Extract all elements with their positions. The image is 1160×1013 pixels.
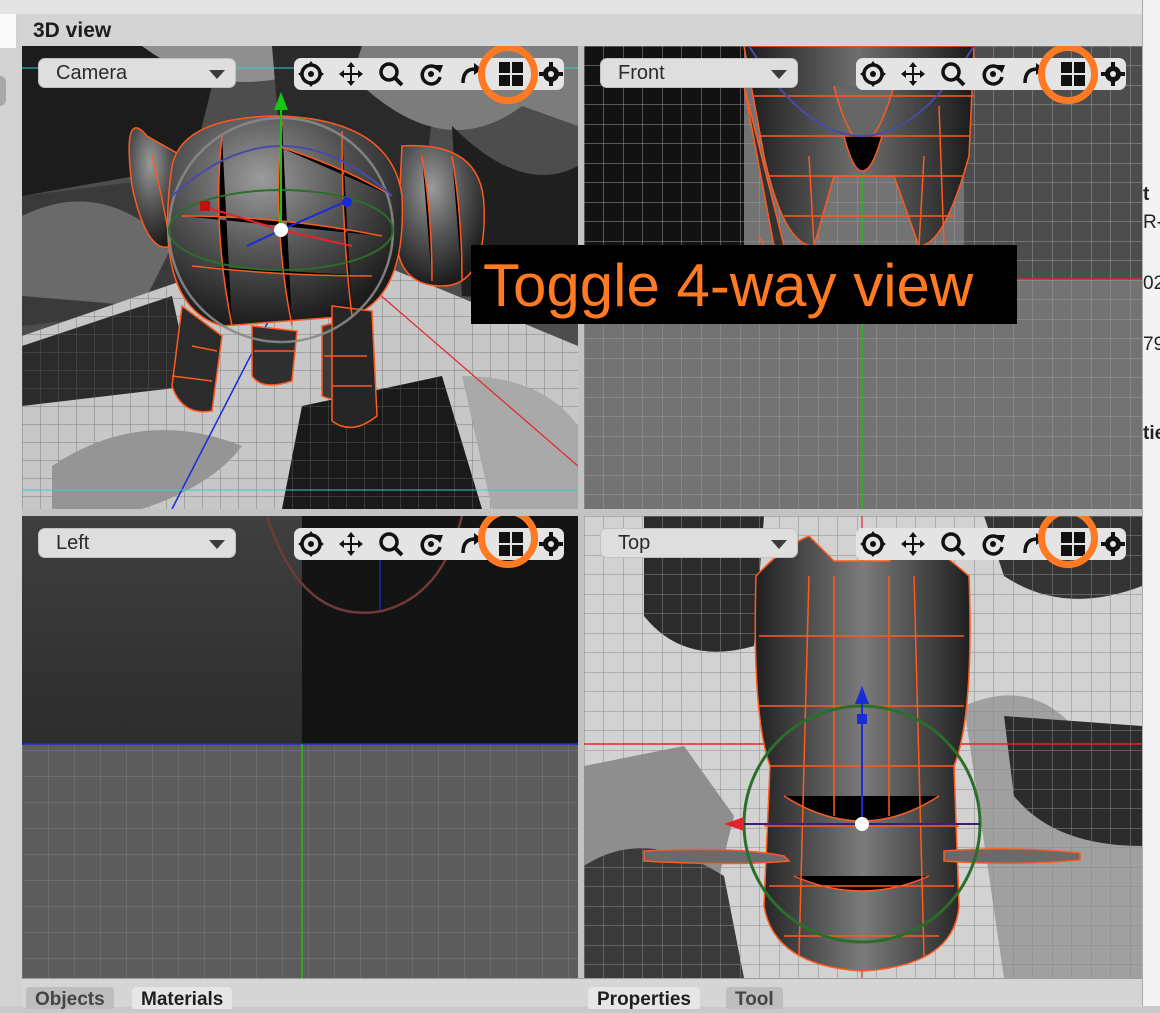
view-select-camera[interactable]: Camera [38, 58, 236, 88]
orbit-icon[interactable] [860, 531, 886, 557]
view-select-front-label: Front [618, 62, 665, 84]
four-way-view-icon[interactable] [1060, 531, 1086, 557]
viewport-toolbar-top [856, 528, 1126, 560]
annotation-callout: Toggle 4-way view [471, 245, 1017, 324]
orbit-icon[interactable] [298, 531, 324, 557]
left-side-panel [0, 14, 22, 1006]
zoom-icon[interactable] [940, 61, 966, 87]
top-scene [584, 516, 1142, 978]
viewport-toolbar-front [856, 58, 1126, 90]
rotate-icon[interactable] [980, 61, 1006, 87]
viewport-toolbar-camera [294, 58, 564, 90]
zoom-icon[interactable] [940, 531, 966, 557]
settings-icon[interactable] [1100, 531, 1126, 557]
side-panel-text-2: R- [1143, 212, 1160, 233]
side-panel-text-1: t [1143, 184, 1150, 205]
orbit-icon[interactable] [860, 61, 886, 87]
four-way-view-icon[interactable] [498, 61, 524, 87]
pan-icon[interactable] [900, 61, 926, 87]
side-panel-text-4: 79 [1143, 334, 1160, 355]
settings-icon[interactable] [1100, 61, 1126, 87]
rotate-icon[interactable] [418, 531, 444, 557]
orbit-icon[interactable] [298, 61, 324, 87]
chevron-down-icon [771, 70, 787, 79]
side-panel-text-5: tie [1143, 423, 1160, 444]
view-select-left[interactable]: Left [38, 528, 236, 558]
rotate-icon[interactable] [418, 61, 444, 87]
chevron-down-icon [209, 70, 225, 79]
left-panel-handle[interactable] [0, 76, 6, 106]
settings-icon[interactable] [538, 531, 564, 557]
side-panel-text-3: 02 [1143, 273, 1160, 294]
right-side-panel: t R- 02 79 tie [1142, 0, 1160, 1006]
pan-icon[interactable] [338, 61, 364, 87]
view-select-left-label: Left [56, 532, 90, 554]
view-select-top[interactable]: Top [600, 528, 798, 558]
window-top-strip [0, 0, 1160, 15]
view-select-front[interactable]: Front [600, 58, 798, 88]
chevron-down-icon [209, 540, 225, 549]
rotate-icon[interactable] [980, 531, 1006, 557]
left-panel-tab[interactable] [0, 14, 16, 48]
zoom-icon[interactable] [378, 61, 404, 87]
undo-view-icon[interactable] [1020, 61, 1046, 87]
viewport-top[interactable]: Top [584, 516, 1142, 978]
callout-text: Toggle 4-way view [483, 252, 974, 319]
left-scene [22, 516, 578, 978]
view-select-top-label: Top [618, 532, 651, 554]
undo-view-icon[interactable] [458, 531, 484, 557]
bottom-tab-bar: Objects Materials Properties Tool [22, 978, 1142, 1010]
undo-view-icon[interactable] [1020, 531, 1046, 557]
horizontal-splitter[interactable] [22, 509, 1142, 516]
four-way-view-icon[interactable] [498, 531, 524, 557]
settings-icon[interactable] [538, 61, 564, 87]
pan-icon[interactable] [900, 531, 926, 557]
undo-view-icon[interactable] [458, 61, 484, 87]
viewport-left[interactable]: Left [22, 516, 578, 978]
zoom-icon[interactable] [378, 531, 404, 557]
four-way-view-icon[interactable] [1060, 61, 1086, 87]
chevron-down-icon [771, 540, 787, 549]
view-select-camera-label: Camera [56, 62, 128, 84]
panel-title: 3D view [33, 19, 112, 42]
view-panel-titlebar: 3D view [22, 14, 1142, 47]
pan-icon[interactable] [338, 531, 364, 557]
viewport-toolbar-left [294, 528, 564, 560]
